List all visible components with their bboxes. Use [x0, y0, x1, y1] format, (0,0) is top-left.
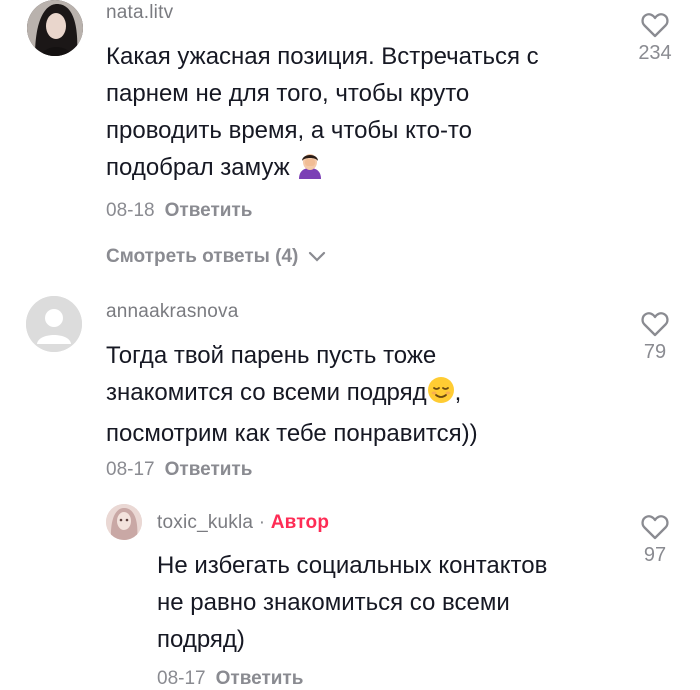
comment-meta: 08-18 Ответить — [106, 200, 252, 222]
username[interactable]: toxic_kukla — [157, 512, 253, 533]
comment-meta: 08-17 Ответить — [106, 459, 252, 481]
avatar[interactable] — [106, 504, 142, 540]
comment-date: 08-18 — [106, 200, 155, 221]
username[interactable]: annaakrasnova — [106, 301, 239, 323]
comment-text: Тогда твой парень пусть тоже знакомится … — [106, 342, 478, 447]
reply-button[interactable]: Ответить — [216, 668, 304, 689]
view-replies-label: Смотреть ответы (4) — [106, 246, 299, 267]
chevron-down-icon — [308, 251, 325, 262]
like-button[interactable]: 234 — [625, 12, 685, 65]
reply-button[interactable]: Ответить — [165, 200, 253, 221]
avatar[interactable] — [27, 0, 83, 56]
author-badge: Автор — [270, 512, 330, 533]
like-count: 79 — [643, 341, 667, 363]
reply-button[interactable]: Ответить — [165, 459, 253, 480]
like-button[interactable]: 79 — [625, 311, 685, 364]
reply-header: toxic_kukla · Автор — [157, 512, 329, 534]
heart-outline-icon — [641, 312, 669, 337]
like-button[interactable]: 97 — [625, 514, 685, 567]
relieved-face-emoji — [427, 376, 455, 415]
heart-outline-icon — [641, 515, 669, 540]
comment-date: 08-17 — [157, 668, 206, 689]
separator: · — [258, 512, 266, 533]
like-count: 97 — [643, 544, 667, 566]
comment-date: 08-17 — [106, 459, 155, 480]
comment-text: Не избегать социальных контактов не равн… — [157, 552, 548, 653]
view-replies-button[interactable]: Смотреть ответы (4) — [106, 246, 326, 268]
avatar[interactable] — [26, 296, 82, 352]
comment-text: Какая ужасная позиция. Встречаться с пар… — [106, 38, 539, 190]
like-count: 234 — [638, 42, 672, 64]
username[interactable]: nata.litv — [106, 2, 173, 24]
comment-meta: 08-17 Ответить — [157, 668, 303, 690]
facepalm-emoji — [296, 151, 324, 190]
heart-outline-icon — [641, 13, 669, 38]
